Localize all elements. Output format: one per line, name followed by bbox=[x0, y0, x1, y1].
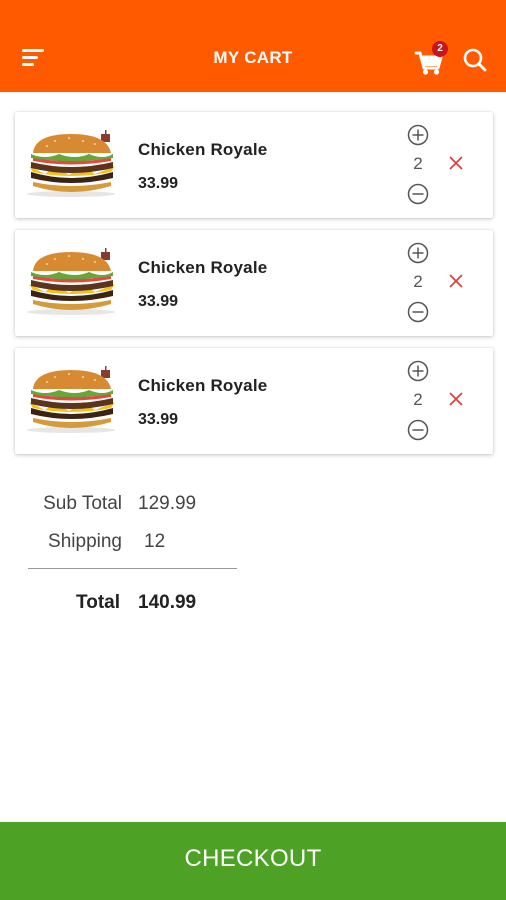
item-price: 33.99 bbox=[138, 411, 179, 428]
total-label: Total bbox=[76, 592, 120, 613]
cart-item: Chicken Royale 33.99 2 bbox=[15, 112, 493, 218]
shipping-label: Shipping bbox=[48, 531, 122, 552]
cart-item: Chicken Royale 33.99 2 bbox=[15, 230, 493, 336]
plus-circle-icon[interactable] bbox=[407, 242, 429, 264]
subtotal-label: Sub Total bbox=[43, 493, 122, 514]
burger-image bbox=[27, 366, 115, 433]
burger-image bbox=[27, 130, 115, 197]
item-name: Chicken Royale bbox=[138, 258, 268, 277]
item-name: Chicken Royale bbox=[138, 140, 268, 159]
subtotal-value: 129.99 bbox=[138, 493, 197, 514]
checkout-button[interactable]: CHECKOUT bbox=[0, 822, 506, 900]
close-icon[interactable] bbox=[448, 391, 464, 407]
close-icon[interactable] bbox=[448, 155, 464, 171]
minus-circle-icon[interactable] bbox=[407, 419, 429, 441]
cart-item-list: Chicken Royale 33.99 2 Chicken Royale 33… bbox=[15, 112, 493, 466]
item-name: Chicken Royale bbox=[138, 376, 268, 395]
quantity-value: 2 bbox=[413, 390, 423, 409]
minus-circle-icon[interactable] bbox=[407, 301, 429, 323]
quantity-value: 2 bbox=[413, 154, 423, 173]
plus-circle-icon[interactable] bbox=[407, 360, 429, 382]
quantity-value: 2 bbox=[413, 272, 423, 291]
summary-divider bbox=[28, 568, 237, 569]
cart-count-badge: 2 bbox=[432, 41, 448, 57]
plus-circle-icon[interactable] bbox=[407, 124, 429, 146]
cart-item: Chicken Royale 33.99 2 bbox=[15, 348, 493, 454]
burger-image bbox=[27, 248, 115, 315]
minus-circle-icon[interactable] bbox=[407, 183, 429, 205]
close-icon[interactable] bbox=[448, 273, 464, 289]
item-price: 33.99 bbox=[138, 293, 179, 310]
app-bar: MY CART 2 bbox=[0, 0, 506, 92]
search-icon[interactable] bbox=[462, 47, 488, 73]
item-price: 33.99 bbox=[138, 175, 179, 192]
total-value: 140.99 bbox=[138, 592, 197, 613]
shipping-value: 12 bbox=[144, 531, 166, 552]
